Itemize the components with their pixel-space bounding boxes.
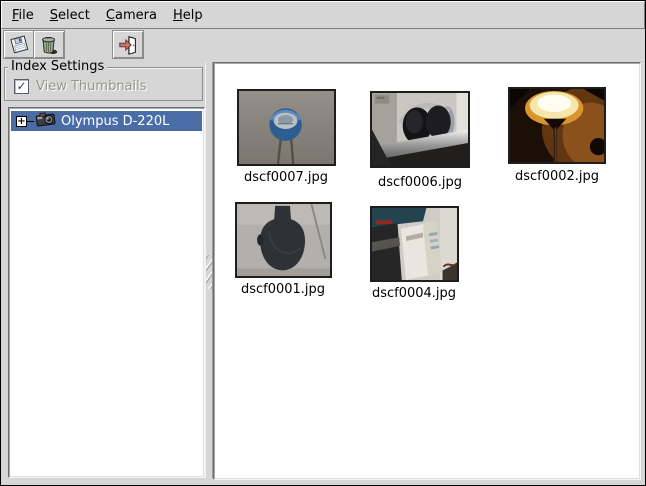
splitter-grip-icon[interactable] [206, 255, 212, 289]
thumbnail-filename[interactable]: dscf0002.jpg [515, 169, 599, 184]
view-thumbnails-checkbox[interactable]: ✓ [14, 79, 29, 94]
index-settings-frame: Index Settings ✓ View Thumbnails [4, 67, 203, 101]
menu-bar: File Select Camera Help [1, 1, 645, 29]
menu-file[interactable]: File [4, 4, 42, 27]
pane-splitter[interactable] [205, 62, 213, 478]
menu-help[interactable]: Help [165, 4, 211, 27]
thumbnail-filename[interactable]: dscf0007.jpg [244, 170, 328, 185]
thumbnail-dscf0001[interactable] [235, 202, 332, 278]
thumbnail-dscf0002[interactable] [508, 87, 606, 164]
camera-model-label: Olympus D-220L [61, 114, 169, 129]
thumbnail-image-dscf0001 [237, 204, 330, 276]
save-button[interactable] [3, 30, 35, 59]
thumbnail-filename[interactable]: dscf0001.jpg [241, 282, 325, 297]
thumbnail-filename[interactable]: dscf0006.jpg [378, 175, 462, 190]
app-window: File Select Camera Help [0, 0, 646, 486]
tree-connector-line [27, 121, 34, 122]
thumbnail-panel: dscf0007.jpg [213, 62, 641, 480]
exit-icon [117, 34, 139, 56]
menu-camera[interactable]: Camera [98, 4, 165, 27]
thumbnail-image-dscf0007 [239, 91, 334, 164]
thumbnail-filename[interactable]: dscf0004.jpg [372, 286, 456, 301]
thumbnail-image-dscf0002 [510, 89, 604, 162]
expander-plus-icon[interactable]: + [16, 116, 27, 127]
trash-icon [38, 34, 60, 56]
view-thumbnails-option: ✓ View Thumbnails [14, 79, 147, 94]
view-thumbnails-label[interactable]: View Thumbnails [36, 79, 147, 94]
exit-button[interactable] [112, 30, 144, 59]
thumbnail-dscf0007[interactable] [237, 89, 336, 166]
thumbnail-image-dscf0004 [372, 208, 457, 280]
menu-select[interactable]: Select [42, 4, 98, 27]
camera-tree[interactable]: + Olympus D-220L [8, 107, 205, 478]
frame-title: Index Settings [8, 59, 107, 74]
thumbnail-dscf0004[interactable] [370, 206, 459, 282]
delete-button[interactable] [33, 30, 65, 59]
thumbnail-dscf0006[interactable] [370, 91, 470, 168]
save-icon [8, 34, 30, 56]
tree-row-camera[interactable]: + Olympus D-220L [11, 111, 202, 131]
camera-icon [35, 111, 57, 131]
thumbnail-image-dscf0006 [372, 93, 468, 166]
